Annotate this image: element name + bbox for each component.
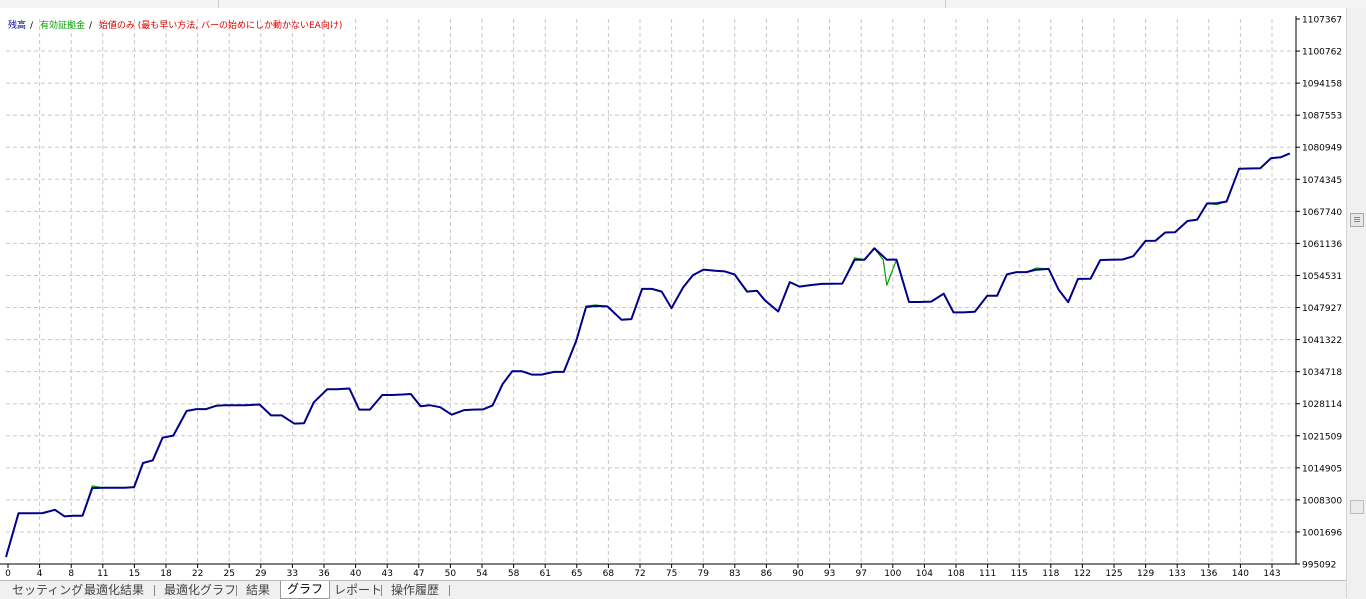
top-pane-divider: [218, 0, 219, 8]
x-tick-label: 125: [1105, 569, 1122, 579]
x-tick-label: 36: [318, 569, 330, 579]
tab-report[interactable]: レポート: [328, 582, 388, 598]
x-tick-label: 111: [979, 569, 996, 579]
tab-journal[interactable]: 操作履歴: [385, 582, 445, 598]
y-tick-label: 1100762: [1302, 48, 1342, 58]
tab-separator: [154, 585, 155, 596]
vertical-scrollbar[interactable]: [1346, 8, 1366, 598]
y-tick-label: 1047927: [1302, 304, 1342, 314]
x-tick-label: 122: [1074, 569, 1091, 579]
tab-separator: [449, 585, 450, 596]
tab-graph[interactable]: グラフ: [280, 581, 331, 599]
x-tick-label: 47: [413, 569, 424, 579]
scrollbar-down-button[interactable]: [1350, 500, 1364, 514]
legend-separator: /: [30, 21, 34, 31]
scrollbar-thumb[interactable]: [1350, 213, 1364, 227]
x-tick-label: 15: [129, 569, 140, 579]
y-tick-label: 1028114: [1302, 400, 1342, 410]
x-tick-label: 133: [1169, 569, 1186, 579]
chart-legend: 残高 / 有効証拠金 / 始値のみ (最も早い方法, バーの始めにしか動かないEA向…: [8, 18, 346, 31]
y-tick-label: 1074345: [1302, 176, 1342, 186]
x-tick-label: 43: [381, 569, 392, 579]
x-tick-label: 29: [255, 569, 267, 579]
y-tick-label: 1080949: [1302, 144, 1342, 154]
x-tick-label: 8: [68, 569, 74, 579]
x-tick-label: 100: [884, 569, 901, 579]
x-tick-label: 4: [37, 569, 43, 579]
x-tick-label: 118: [1042, 569, 1059, 579]
x-tick-label: 90: [792, 569, 804, 579]
x-tick-label: 33: [287, 569, 298, 579]
x-tick-label: 0: [5, 569, 11, 579]
legend-equity-label: 有効証拠金: [39, 21, 85, 31]
equity-series-line: [5, 152, 1291, 558]
x-tick-label: 22: [192, 569, 203, 579]
y-tick-label: 1001696: [1302, 528, 1342, 538]
tab-optimization-graph[interactable]: 最適化グラフ: [158, 582, 242, 598]
y-tick-label: 995092: [1302, 561, 1336, 571]
x-tick-label: 79: [697, 569, 709, 579]
y-tick-label: 1061136: [1302, 240, 1342, 250]
top-pane-divider: [945, 0, 946, 8]
y-tick-label: 1021509: [1302, 432, 1342, 442]
tab-settings[interactable]: セッティング: [6, 582, 89, 598]
tab-separator: [74, 585, 75, 596]
tab-separator: [236, 585, 237, 596]
x-tick-label: 68: [603, 569, 615, 579]
x-tick-label: 18: [160, 569, 172, 579]
x-tick-label: 25: [223, 569, 234, 579]
y-tick-label: 1054531: [1302, 272, 1342, 282]
x-tick-label: 50: [445, 569, 457, 579]
x-tick-label: 61: [539, 569, 550, 579]
tab-separator: [381, 585, 382, 596]
x-tick-label: 58: [508, 569, 520, 579]
y-tick-label: 1008300: [1302, 496, 1342, 506]
x-tick-label: 129: [1137, 569, 1154, 579]
x-tick-label: 136: [1200, 569, 1217, 579]
balance-series-line: [5, 152, 1291, 558]
tab-results[interactable]: 結果: [240, 582, 276, 598]
x-tick-label: 72: [634, 569, 645, 579]
x-tick-label: 115: [1011, 569, 1028, 579]
x-tick-label: 108: [947, 569, 964, 579]
tab-optimization-results[interactable]: 最適化結果: [78, 582, 150, 598]
y-tick-label: 1034718: [1302, 368, 1342, 378]
y-tick-label: 1041322: [1302, 336, 1342, 346]
x-tick-label: 11: [97, 569, 108, 579]
x-tick-label: 93: [824, 569, 835, 579]
legend-test-mode-note: 始値のみ (最も早い方法, バーの始めにしか動かないEA向け): [98, 21, 343, 31]
x-tick-label: 86: [761, 569, 773, 579]
y-tick-label: 1087553: [1302, 112, 1342, 122]
y-tick-label: 1014905: [1302, 464, 1342, 474]
legend-balance-label: 残高: [8, 21, 27, 31]
x-tick-label: 75: [666, 569, 677, 579]
x-tick-label: 143: [1263, 569, 1280, 579]
chart-area[interactable]: 残高 / 有効証拠金 / 始値のみ (最も早い方法, バーの始めにしか動かないEA向…: [0, 8, 1346, 580]
x-tick-label: 40: [350, 569, 362, 579]
tester-tab-bar: セッティング 最適化結果 最適化グラフ 結果 グラフ レポート 操作履歴: [0, 580, 1346, 599]
equity-chart: 1107367 1100762 1094158 1087553 1080949 10743…: [0, 16, 1342, 579]
y-tick-label: 1107367: [1302, 16, 1342, 26]
legend-separator: /: [88, 21, 92, 31]
x-tick-label: 104: [916, 569, 933, 579]
y-tick-label: 1094158: [1302, 80, 1342, 90]
x-tick-label: 97: [855, 569, 866, 579]
x-tick-label: 83: [729, 569, 740, 579]
x-tick-label: 140: [1232, 569, 1249, 579]
x-tick-label: 65: [571, 569, 582, 579]
x-tick-label: 54: [476, 569, 488, 579]
y-tick-label: 1067740: [1302, 208, 1342, 218]
